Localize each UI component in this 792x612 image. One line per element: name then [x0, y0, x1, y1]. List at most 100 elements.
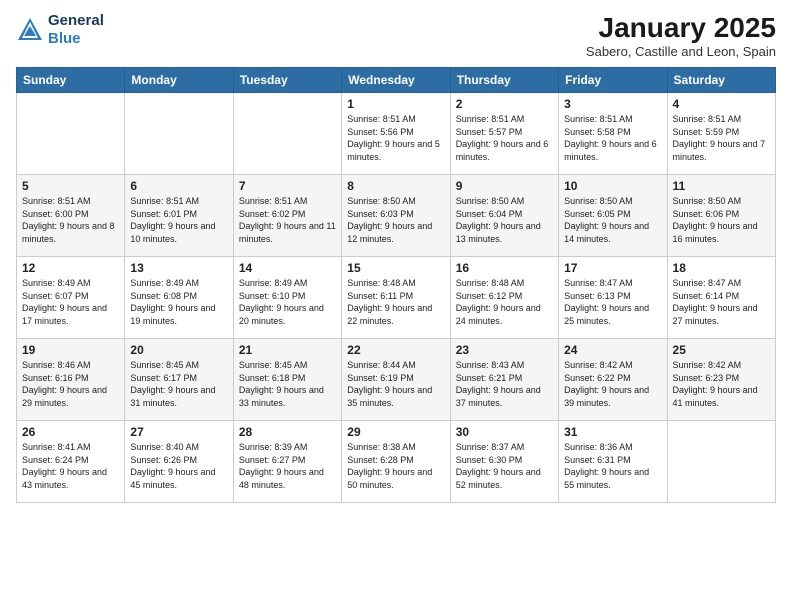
- day-info: Sunrise: 8:45 AM Sunset: 6:18 PM Dayligh…: [239, 359, 336, 409]
- day-info: Sunrise: 8:44 AM Sunset: 6:19 PM Dayligh…: [347, 359, 444, 409]
- calendar-week-row: 26 Sunrise: 8:41 AM Sunset: 6:24 PM Dayli…: [17, 421, 776, 503]
- day-header-sunday: Sunday: [17, 68, 125, 93]
- calendar-cell: 24 Sunrise: 8:42 AM Sunset: 6:22 PM Dayli…: [559, 339, 667, 421]
- day-info: Sunrise: 8:51 AM Sunset: 6:01 PM Dayligh…: [130, 195, 227, 245]
- calendar-cell: 18Sunrise: 8:47 AM Sunset: 6:14 PM Dayli…: [667, 257, 775, 339]
- calendar-cell: 27 Sunrise: 8:40 AM Sunset: 6:26 PM Dayli…: [125, 421, 233, 503]
- day-number: 11: [673, 179, 770, 193]
- day-info: Sunrise: 8:50 AM Sunset: 6:04 PM Dayligh…: [456, 195, 553, 245]
- calendar-cell: [233, 93, 341, 175]
- calendar-cell: 25 Sunrise: 8:42 AM Sunset: 6:23 PM Dayli…: [667, 339, 775, 421]
- calendar-table: SundayMondayTuesdayWednesdayThursdayFrid…: [16, 67, 776, 503]
- day-number: 17: [564, 261, 661, 275]
- calendar-cell: 29Sunrise: 8:38 AM Sunset: 6:28 PM Dayli…: [342, 421, 450, 503]
- header: General Blue January 2025 Sabero, Castil…: [16, 12, 776, 59]
- calendar-cell: 21Sunrise: 8:45 AM Sunset: 6:18 PM Dayli…: [233, 339, 341, 421]
- calendar-cell: 12 Sunrise: 8:49 AM Sunset: 6:07 PM Dayli…: [17, 257, 125, 339]
- calendar-cell: 26 Sunrise: 8:41 AM Sunset: 6:24 PM Dayli…: [17, 421, 125, 503]
- calendar-cell: [667, 421, 775, 503]
- day-info: Sunrise: 8:49 AM Sunset: 6:07 PM Dayligh…: [22, 277, 119, 327]
- day-number: 23: [456, 343, 553, 357]
- calendar-week-row: 12 Sunrise: 8:49 AM Sunset: 6:07 PM Dayli…: [17, 257, 776, 339]
- calendar-week-row: 1Sunrise: 8:51 AM Sunset: 5:56 PM Daylig…: [17, 93, 776, 175]
- day-info: Sunrise: 8:49 AM Sunset: 6:10 PM Dayligh…: [239, 277, 336, 327]
- logo: General Blue: [16, 12, 104, 48]
- calendar-cell: 20 Sunrise: 8:45 AM Sunset: 6:17 PM Dayli…: [125, 339, 233, 421]
- day-number: 9: [456, 179, 553, 193]
- calendar-cell: 11 Sunrise: 8:50 AM Sunset: 6:06 PM Dayli…: [667, 175, 775, 257]
- day-number: 25: [673, 343, 770, 357]
- day-info: Sunrise: 8:51 AM Sunset: 5:58 PM Dayligh…: [564, 113, 661, 163]
- day-info: Sunrise: 8:40 AM Sunset: 6:26 PM Dayligh…: [130, 441, 227, 491]
- page: General Blue January 2025 Sabero, Castil…: [0, 0, 792, 612]
- day-info: Sunrise: 8:50 AM Sunset: 6:06 PM Dayligh…: [673, 195, 770, 245]
- calendar-cell: 13 Sunrise: 8:49 AM Sunset: 6:08 PM Dayli…: [125, 257, 233, 339]
- day-info: Sunrise: 8:48 AM Sunset: 6:12 PM Dayligh…: [456, 277, 553, 327]
- calendar-cell: [17, 93, 125, 175]
- calendar-cell: 4Sunrise: 8:51 AM Sunset: 5:59 PM Daylig…: [667, 93, 775, 175]
- day-number: 27: [130, 425, 227, 439]
- calendar-cell: 1Sunrise: 8:51 AM Sunset: 5:56 PM Daylig…: [342, 93, 450, 175]
- day-number: 14: [239, 261, 336, 275]
- day-number: 12: [22, 261, 119, 275]
- day-info: Sunrise: 8:51 AM Sunset: 5:57 PM Dayligh…: [456, 113, 553, 163]
- day-info: Sunrise: 8:39 AM Sunset: 6:27 PM Dayligh…: [239, 441, 336, 491]
- calendar-cell: 16 Sunrise: 8:48 AM Sunset: 6:12 PM Dayli…: [450, 257, 558, 339]
- day-number: 28: [239, 425, 336, 439]
- day-number: 8: [347, 179, 444, 193]
- day-number: 13: [130, 261, 227, 275]
- logo-icon: [16, 16, 44, 44]
- day-header-friday: Friday: [559, 68, 667, 93]
- day-info: Sunrise: 8:38 AM Sunset: 6:28 PM Dayligh…: [347, 441, 444, 491]
- day-info: Sunrise: 8:37 AM Sunset: 6:30 PM Dayligh…: [456, 441, 553, 491]
- calendar-cell: 23Sunrise: 8:43 AM Sunset: 6:21 PM Dayli…: [450, 339, 558, 421]
- day-number: 19: [22, 343, 119, 357]
- title-block: January 2025 Sabero, Castille and Leon, …: [586, 12, 776, 59]
- day-number: 7: [239, 179, 336, 193]
- day-info: Sunrise: 8:36 AM Sunset: 6:31 PM Dayligh…: [564, 441, 661, 491]
- calendar-cell: 17 Sunrise: 8:47 AM Sunset: 6:13 PM Dayli…: [559, 257, 667, 339]
- calendar-cell: 5Sunrise: 8:51 AM Sunset: 6:00 PM Daylig…: [17, 175, 125, 257]
- calendar-cell: 19Sunrise: 8:46 AM Sunset: 6:16 PM Dayli…: [17, 339, 125, 421]
- calendar-cell: 7 Sunrise: 8:51 AM Sunset: 6:02 PM Daylig…: [233, 175, 341, 257]
- calendar-cell: 31 Sunrise: 8:36 AM Sunset: 6:31 PM Dayli…: [559, 421, 667, 503]
- calendar-week-row: 19Sunrise: 8:46 AM Sunset: 6:16 PM Dayli…: [17, 339, 776, 421]
- day-number: 20: [130, 343, 227, 357]
- day-number: 24: [564, 343, 661, 357]
- day-number: 26: [22, 425, 119, 439]
- calendar-cell: [125, 93, 233, 175]
- day-info: Sunrise: 8:51 AM Sunset: 6:02 PM Dayligh…: [239, 195, 336, 245]
- day-number: 10: [564, 179, 661, 193]
- calendar-cell: 3 Sunrise: 8:51 AM Sunset: 5:58 PM Daylig…: [559, 93, 667, 175]
- day-info: Sunrise: 8:42 AM Sunset: 6:23 PM Dayligh…: [673, 359, 770, 409]
- day-number: 6: [130, 179, 227, 193]
- day-info: Sunrise: 8:49 AM Sunset: 6:08 PM Dayligh…: [130, 277, 227, 327]
- day-info: Sunrise: 8:51 AM Sunset: 6:00 PM Dayligh…: [22, 195, 119, 245]
- day-number: 30: [456, 425, 553, 439]
- day-info: Sunrise: 8:47 AM Sunset: 6:13 PM Dayligh…: [564, 277, 661, 327]
- day-number: 16: [456, 261, 553, 275]
- calendar-cell: 9 Sunrise: 8:50 AM Sunset: 6:04 PM Daylig…: [450, 175, 558, 257]
- calendar-cell: 30 Sunrise: 8:37 AM Sunset: 6:30 PM Dayli…: [450, 421, 558, 503]
- calendar-cell: 22 Sunrise: 8:44 AM Sunset: 6:19 PM Dayli…: [342, 339, 450, 421]
- day-info: Sunrise: 8:41 AM Sunset: 6:24 PM Dayligh…: [22, 441, 119, 491]
- calendar-week-row: 5Sunrise: 8:51 AM Sunset: 6:00 PM Daylig…: [17, 175, 776, 257]
- day-number: 3: [564, 97, 661, 111]
- calendar-cell: 6 Sunrise: 8:51 AM Sunset: 6:01 PM Daylig…: [125, 175, 233, 257]
- day-info: Sunrise: 8:45 AM Sunset: 6:17 PM Dayligh…: [130, 359, 227, 409]
- calendar-cell: 8 Sunrise: 8:50 AM Sunset: 6:03 PM Daylig…: [342, 175, 450, 257]
- day-info: Sunrise: 8:50 AM Sunset: 6:03 PM Dayligh…: [347, 195, 444, 245]
- day-header-saturday: Saturday: [667, 68, 775, 93]
- day-number: 31: [564, 425, 661, 439]
- day-header-thursday: Thursday: [450, 68, 558, 93]
- day-info: Sunrise: 8:42 AM Sunset: 6:22 PM Dayligh…: [564, 359, 661, 409]
- day-number: 22: [347, 343, 444, 357]
- calendar-cell: 15Sunrise: 8:48 AM Sunset: 6:11 PM Dayli…: [342, 257, 450, 339]
- day-info: Sunrise: 8:51 AM Sunset: 5:59 PM Dayligh…: [673, 113, 770, 163]
- calendar-cell: 14 Sunrise: 8:49 AM Sunset: 6:10 PM Dayli…: [233, 257, 341, 339]
- day-header-monday: Monday: [125, 68, 233, 93]
- day-info: Sunrise: 8:50 AM Sunset: 6:05 PM Dayligh…: [564, 195, 661, 245]
- calendar-cell: 10 Sunrise: 8:50 AM Sunset: 6:05 PM Dayli…: [559, 175, 667, 257]
- day-number: 1: [347, 97, 444, 111]
- calendar-cell: 2Sunrise: 8:51 AM Sunset: 5:57 PM Daylig…: [450, 93, 558, 175]
